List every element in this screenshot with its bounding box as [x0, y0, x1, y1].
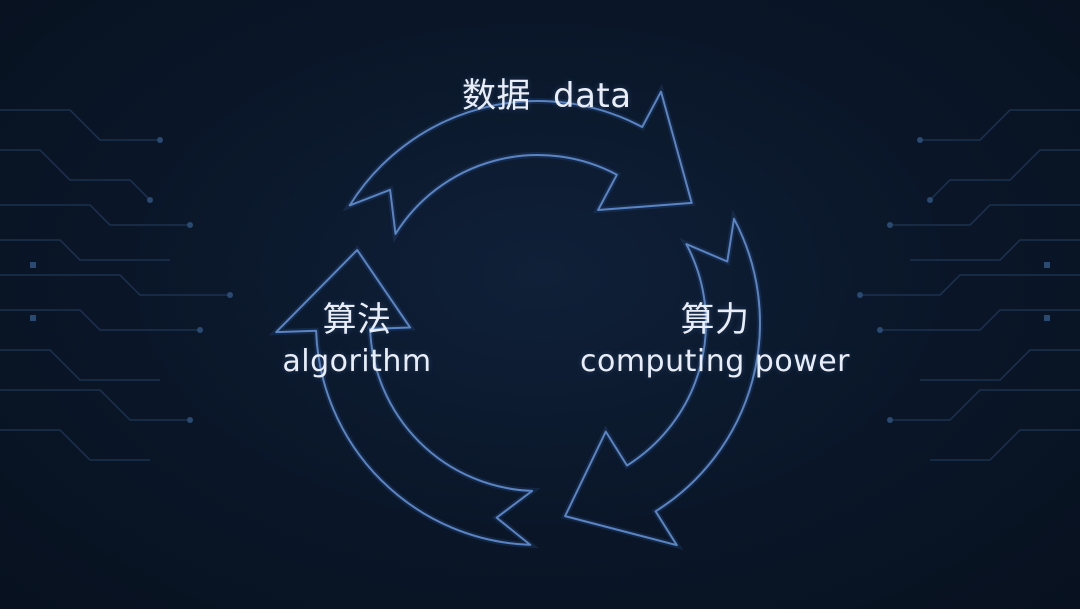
cycle-arrow-glow-computing [560, 209, 763, 551]
node-algorithm-en: algorithm [282, 344, 432, 379]
node-data-zh: 数据 [462, 76, 531, 116]
cycle-arrow-algorithm [275, 249, 534, 546]
circuit-pattern-left [0, 109, 230, 461]
node-computing: 算力 computing power [570, 298, 860, 382]
node-computing-en: computing power [579, 344, 851, 379]
node-data: 数据 data [462, 74, 632, 118]
node-data-en: data [553, 76, 632, 116]
cycle-arrow-computing [564, 217, 761, 547]
node-algorithm-zh: 算法 [322, 300, 392, 340]
node-algorithm: 算法 algorithm [272, 298, 442, 382]
circuit-pattern-right [860, 109, 1080, 461]
node-computing-zh: 算力 [680, 300, 750, 340]
